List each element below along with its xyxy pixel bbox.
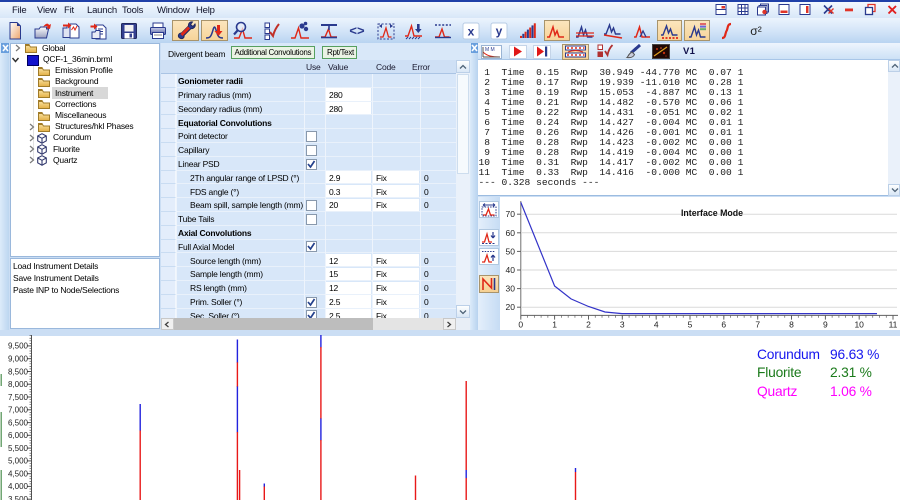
svg-text:9: 9 — [823, 320, 828, 330]
svg-text:0: 0 — [518, 320, 523, 330]
svg-text:8,500: 8,500 — [8, 367, 29, 376]
svg-text:7,500: 7,500 — [8, 393, 29, 402]
svg-text:4,000: 4,000 — [8, 482, 29, 491]
svg-text:6: 6 — [721, 320, 726, 330]
svg-text:5: 5 — [688, 320, 693, 330]
svg-text:3: 3 — [620, 320, 625, 330]
svg-text:50: 50 — [506, 246, 516, 256]
svg-text:3,500: 3,500 — [8, 495, 29, 500]
svg-text:8,000: 8,000 — [8, 380, 29, 389]
svg-text:5,000: 5,000 — [8, 457, 29, 466]
svg-text:5,500: 5,500 — [8, 444, 29, 453]
svg-text:σ²: σ² — [750, 24, 761, 38]
svg-text:40: 40 — [506, 265, 516, 275]
svg-text:4: 4 — [654, 320, 659, 330]
svg-text:Interface Mode: Interface Mode — [681, 208, 743, 218]
svg-text:60: 60 — [506, 228, 516, 238]
svg-text:9,500: 9,500 — [8, 342, 29, 351]
svg-text:M M: M M — [485, 47, 495, 53]
svg-text:9,000: 9,000 — [8, 355, 29, 364]
svg-text:7: 7 — [755, 320, 760, 330]
svg-text:2: 2 — [586, 320, 591, 330]
svg-text:7,000: 7,000 — [8, 406, 29, 415]
svg-text:20: 20 — [506, 302, 516, 312]
svg-text:<>: <> — [349, 23, 365, 38]
svg-text:1: 1 — [552, 320, 557, 330]
svg-text:30: 30 — [506, 284, 516, 294]
svg-text:70: 70 — [506, 209, 516, 219]
svg-text:x: x — [467, 25, 474, 39]
svg-text:6,000: 6,000 — [8, 431, 29, 440]
svg-text:8: 8 — [789, 320, 794, 330]
svg-text:6,500: 6,500 — [8, 418, 29, 427]
svg-text:11: 11 — [889, 320, 898, 330]
svg-text:y: y — [496, 24, 503, 38]
svg-text:10: 10 — [854, 320, 864, 330]
svg-text:4,500: 4,500 — [8, 470, 29, 479]
